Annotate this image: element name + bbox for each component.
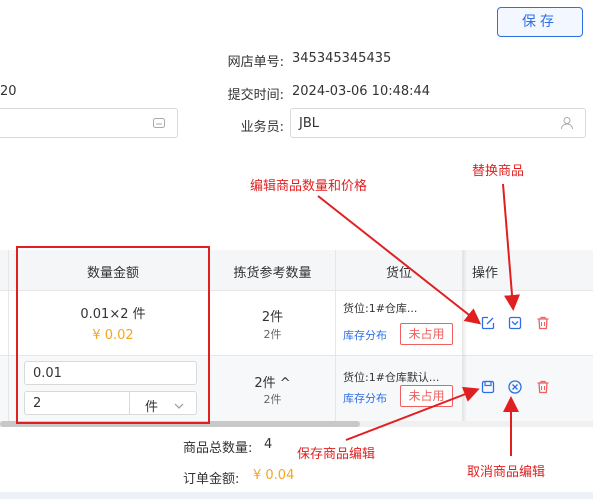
annotation-arrows <box>317 183 521 456</box>
arrow-replace <box>502 183 521 311</box>
arrow-edit <box>317 195 482 325</box>
arrow-save <box>345 386 480 441</box>
